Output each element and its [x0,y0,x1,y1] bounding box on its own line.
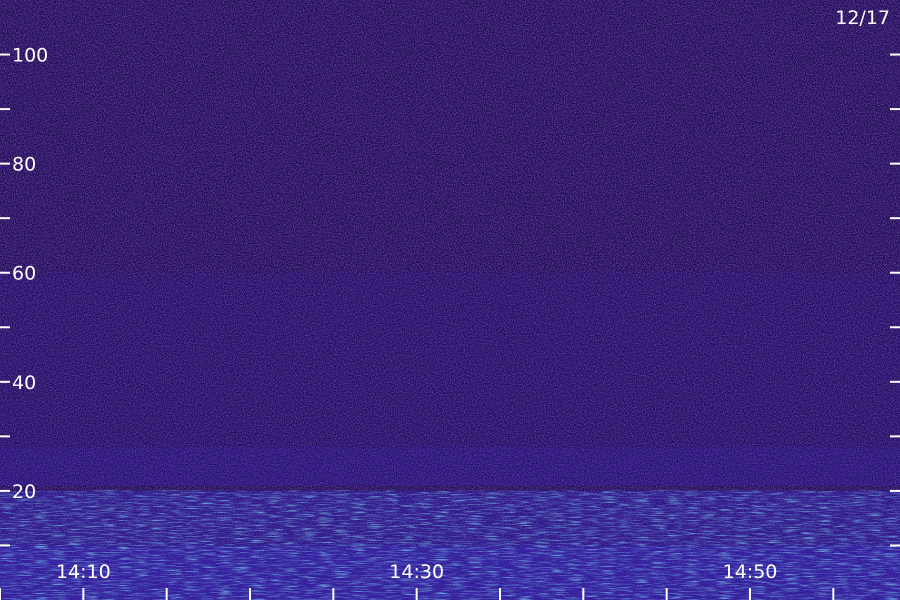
x-tick-label-1450: 14:50 [723,561,778,583]
y-tick-label-80: 80 [12,154,36,176]
streak-layer [0,490,900,600]
y-tick-label-60: 60 [12,263,36,285]
spectrogram-chart: 20 40 60 80 100 14:10 14:30 14:50 12/17 [0,0,900,600]
intensity-band-3 [0,272,900,448]
date-label: 12/17 [835,7,890,29]
intensity-band-2 [0,447,900,486]
signal-streaks [0,490,900,600]
y-tick-label-100: 100 [12,45,48,67]
x-tick-label-1430: 14:30 [389,561,444,583]
x-tick-label-1410: 14:10 [56,561,111,583]
y-tick-label-20: 20 [12,481,36,503]
y-tick-label-40: 40 [12,372,36,394]
